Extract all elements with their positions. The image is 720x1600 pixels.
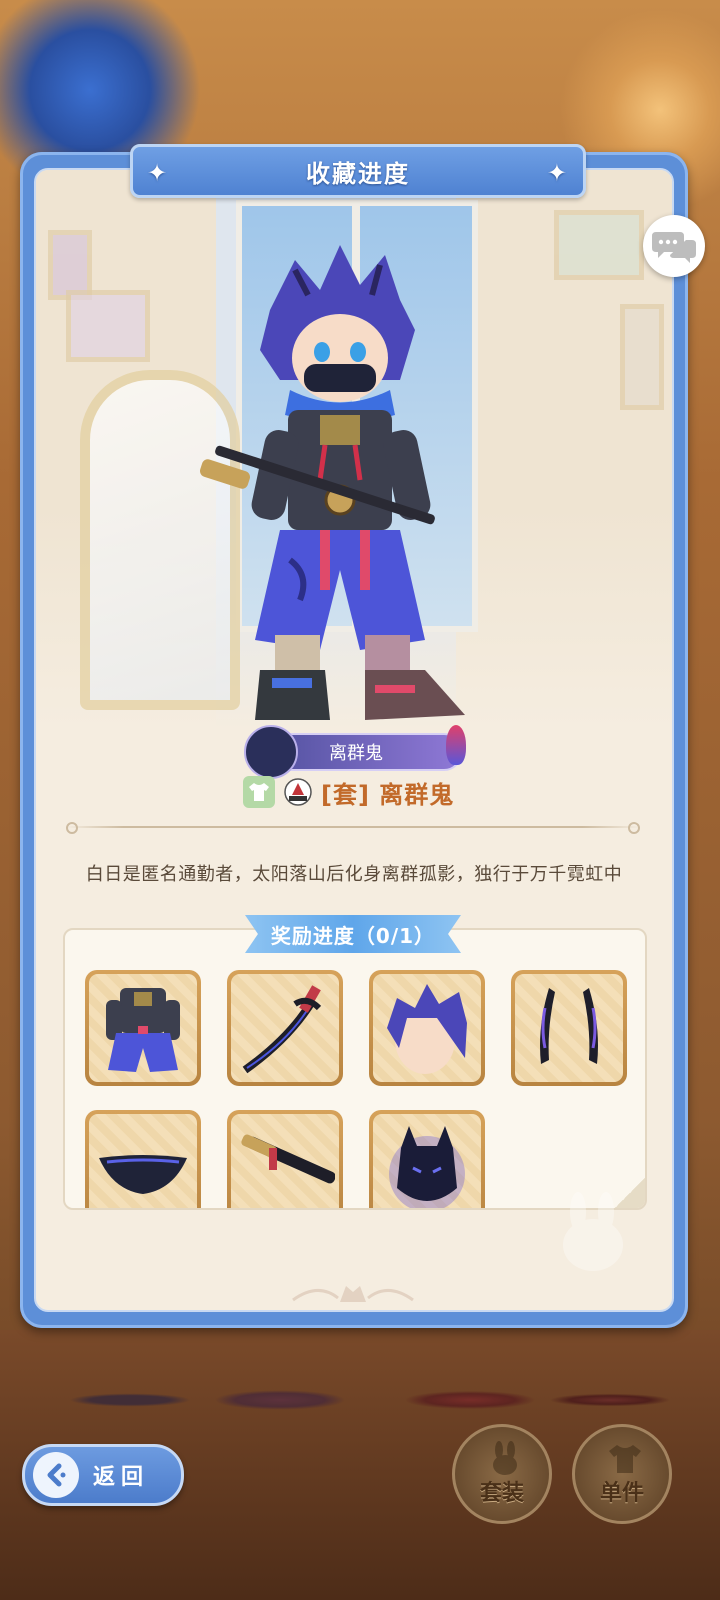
shirt-icon <box>243 776 275 808</box>
horns-icon <box>540 988 598 1064</box>
demon-mask-icon <box>389 1126 465 1208</box>
character-description: 白日是匿名通勤者，太阳落山后化身离群孤影，独行于万千霓虹中 <box>85 864 623 885</box>
wall-frame <box>554 210 644 280</box>
reward-item[interactable] <box>85 1110 201 1208</box>
shirt-icon <box>609 1445 641 1473</box>
reward-box <box>63 928 647 1210</box>
nameplate-label: 离群鬼 <box>329 743 383 764</box>
reward-progress-label: 奖励进度（0/1） <box>245 915 461 953</box>
set-button[interactable]: 套装 <box>452 1424 552 1524</box>
reward-item[interactable] <box>85 970 201 1086</box>
katana-icon <box>242 985 322 1074</box>
set-title: [套] 离群鬼 <box>321 780 455 809</box>
back-arrow-icon <box>33 1452 79 1498</box>
reward-item[interactable] <box>227 1110 343 1208</box>
reward-item[interactable] <box>369 970 485 1086</box>
panel-title: 收藏进度 <box>306 159 410 188</box>
character-nameplate: 离群鬼 <box>244 725 466 779</box>
single-label: 单件 <box>599 1481 644 1506</box>
sheathed-sword-icon <box>241 1134 335 1184</box>
brand-logo-icon <box>281 776 315 808</box>
reward-item[interactable] <box>369 1110 485 1208</box>
back-label: 返回 <box>93 1465 150 1490</box>
demon-mask-icon <box>244 725 298 779</box>
wall-frame <box>620 304 664 410</box>
set-label: 套装 <box>479 1481 524 1506</box>
bunny-watermark-icon <box>563 1192 623 1271</box>
ornament-icon <box>292 1286 414 1302</box>
sparkle-icon: ✦ <box>546 159 569 187</box>
hair-icon <box>387 984 467 1074</box>
bunny-icon <box>493 1441 517 1475</box>
reward-item[interactable] <box>511 970 627 1086</box>
character-illustration <box>200 245 465 720</box>
mask-icon <box>99 1155 187 1194</box>
outfit-icon <box>106 988 180 1072</box>
reward-items-grid <box>85 970 645 1208</box>
sparkle-icon: ✦ <box>147 159 170 187</box>
set-title-row: [套] 离群鬼 <box>243 776 455 809</box>
divider <box>66 822 640 834</box>
panel-title-ribbon: ✦ 收藏进度 ✦ <box>130 144 586 198</box>
chat-button[interactable] <box>643 215 705 277</box>
back-button[interactable]: 返回 <box>22 1444 184 1506</box>
chat-bubble-icon <box>652 232 696 263</box>
background-characters <box>40 1340 680 1450</box>
flame-icon <box>446 725 466 765</box>
single-button[interactable]: 单件 <box>572 1424 672 1524</box>
reward-item[interactable] <box>227 970 343 1086</box>
wall-frame <box>66 290 150 362</box>
